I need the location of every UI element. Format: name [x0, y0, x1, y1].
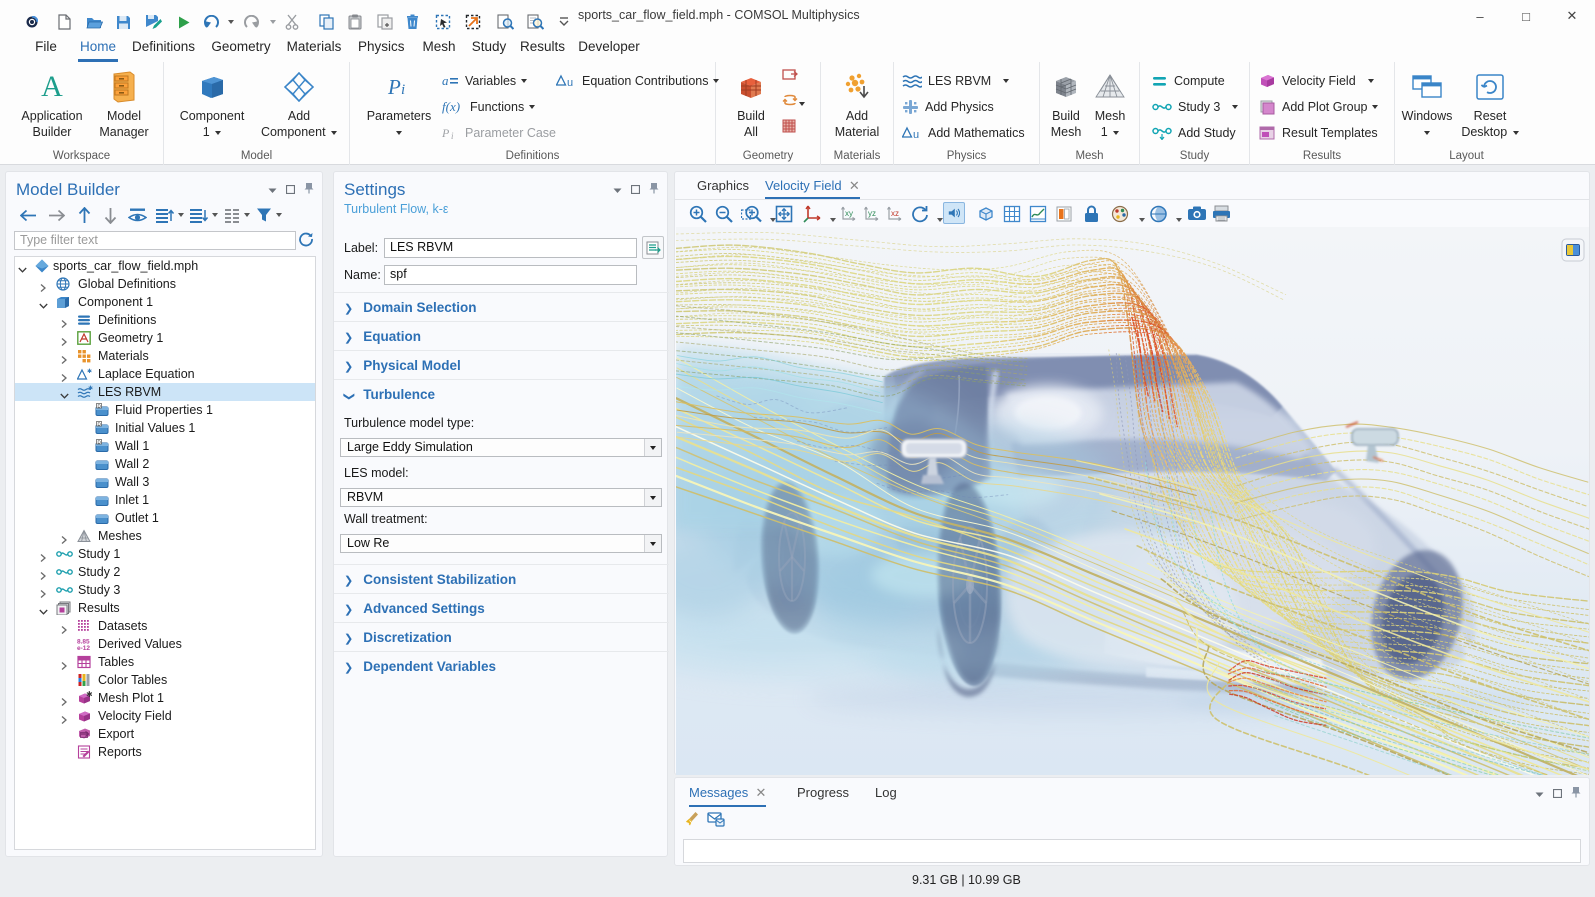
svg-text:✱: ✱: [88, 385, 93, 392]
svg-text:a: a: [442, 74, 449, 88]
svg-text:A: A: [41, 70, 63, 103]
svg-text:i: i: [451, 131, 454, 140]
svg-text:u: u: [567, 77, 573, 88]
svg-text:P: P: [387, 75, 401, 99]
svg-text:P: P: [442, 126, 450, 140]
svg-text:xz: xz: [891, 209, 899, 218]
svg-text:✱: ✱: [87, 368, 92, 375]
svg-text:e-12: e-12: [77, 645, 90, 651]
svg-text:u: u: [913, 129, 919, 140]
svg-text:xy: xy: [845, 209, 853, 218]
svg-text:i: i: [401, 82, 405, 98]
svg-text:yz: yz: [868, 209, 876, 218]
svg-text:f(x): f(x): [442, 100, 460, 114]
svg-text:✱: ✱: [86, 691, 92, 699]
